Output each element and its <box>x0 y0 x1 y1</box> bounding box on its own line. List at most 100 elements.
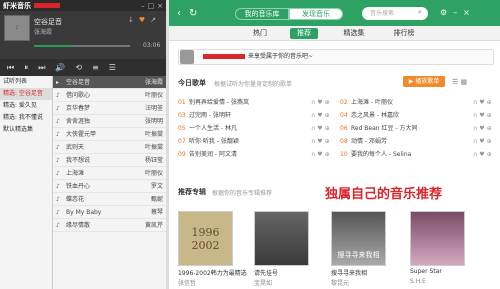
track-row[interactable]: ♪ 铁血丹心 罗文 <box>53 180 166 193</box>
refresh-icon[interactable]: ↻ <box>189 8 197 19</box>
song-title: 听你·听我 - 张靓颖 <box>189 138 239 145</box>
daily-song[interactable]: 10 要我的每个人 - Selina ∩ ♥ ⊕ <box>340 148 495 161</box>
volume-icon[interactable]: 🔊 <box>55 63 65 72</box>
song-title: 一个人生活 - 林凡 <box>189 125 237 132</box>
track-row[interactable]: ♪ 蝶恋花 甄妮 <box>53 193 166 206</box>
track-artist: 叶丽仪 <box>144 92 163 99</box>
playlist-item[interactable]: 默认精选集 <box>0 124 52 136</box>
playlist-item[interactable]: 精选: 爱久见 <box>0 100 52 112</box>
headphone-icon[interactable]: ∩ ♥ ⊕ <box>311 122 333 135</box>
daily-song[interactable]: 07 听你·听我 - 张靓颖 ∩ ♥ ⊕ <box>178 135 333 148</box>
track-title: 武则天 <box>66 144 85 151</box>
daily-song[interactable]: 05 一个人生活 - 林凡 ∩ ♥ ⊕ <box>178 122 333 135</box>
playlist-item[interactable]: 精选: 我不懂说 <box>0 112 52 124</box>
track-title: 舍舍涯独 <box>66 118 91 125</box>
daily-song[interactable]: 03 过完雨 - 张明轩 ∩ ♥ ⊕ <box>178 109 333 122</box>
headphone-icon[interactable]: ∩ ♥ ⊕ <box>473 148 495 161</box>
track-row[interactable]: ♪ By My Baby 蔡琴 <box>53 206 166 219</box>
list-icon[interactable]: ☰ <box>452 78 458 86</box>
track-row[interactable]: ♪ 借问歌心 叶丽仪 <box>53 89 166 102</box>
track-title: 我不想说 <box>66 157 91 164</box>
tab-recommend[interactable]: 推荐 <box>290 28 318 39</box>
album-cover[interactable]: 1996 2002 <box>178 211 233 266</box>
track-row[interactable]: ♪ 京华春梦 汪明荃 <box>53 102 166 115</box>
previous-icon[interactable]: ⏮ <box>7 63 14 73</box>
daily-list-left: 01 别再弄给爱情 - 张燕岚 ∩ ♥ ⊕ 03 过完雨 - 张明轩 ∩ ♥ ⊕ 05 一… <box>178 96 333 161</box>
song-title: Red Bean 红豆 - 方大同 <box>351 125 418 132</box>
song-title: 过完雨 - 张明轩 <box>189 112 231 119</box>
search-icon[interactable]: ⌕ <box>418 8 422 17</box>
headphone-icon[interactable]: ∩ ♥ ⊕ <box>311 148 333 161</box>
track-marker: ♪ <box>56 92 60 99</box>
track-marker: ♪ <box>56 222 60 229</box>
album-artist[interactable]: S.H.E <box>410 278 426 285</box>
tab-charts[interactable]: 排行榜 <box>388 28 420 39</box>
album-cover[interactable] <box>410 211 465 266</box>
album-artist[interactable]: 宝晃如 <box>254 278 272 287</box>
headphone-icon[interactable]: ∩ ♥ ⊕ <box>473 122 495 135</box>
like-icon[interactable]: ♥ <box>139 16 145 24</box>
song-title: 要我的每个人 - Selina <box>351 151 412 158</box>
daily-song[interactable]: 06 Red Bean 红豆 - 方大同 ∩ ♥ ⊕ <box>340 122 495 135</box>
close-icon[interactable]: × <box>157 2 163 10</box>
close-icon[interactable]: × <box>463 8 470 17</box>
album-artist[interactable]: 黎昆元 <box>331 278 349 287</box>
track-row[interactable]: ▸ 空谷足音 张海霞 <box>53 76 166 89</box>
album-cover[interactable]: 搜寻寻来我相 <box>331 211 386 266</box>
track-row[interactable]: ♪ 舍舍涯独 张明明 <box>53 115 166 128</box>
minimize-icon[interactable]: – <box>453 8 457 17</box>
rank: 02 <box>340 99 348 106</box>
headphone-icon[interactable]: ∩ ♥ ⊕ <box>311 96 333 109</box>
daily-playlist-title: 今日歌单 <box>178 79 206 87</box>
minimize-icon[interactable]: – <box>141 2 145 10</box>
share-icon[interactable]: ↗ <box>150 16 156 24</box>
maximize-icon[interactable]: □ <box>148 2 155 10</box>
album-cover[interactable] <box>254 211 309 266</box>
tab-my-library[interactable]: 我的音乐库 <box>235 8 289 20</box>
song-title: 上海滩 - 叶丽仪 <box>351 99 393 106</box>
playlist-item[interactable]: 精选: 空谷足音 <box>0 88 52 100</box>
play-playlist-button[interactable]: ▶ 播放歌单 <box>403 76 445 87</box>
track-row[interactable]: ♪ 大侠霍元甲 叶振棠 <box>53 128 166 141</box>
track-row[interactable]: ♪ 缘尽情散 黄凯芹 <box>53 219 166 232</box>
track-title: 空谷足音 <box>66 79 91 86</box>
album-title[interactable]: Super Star <box>410 268 442 275</box>
tab-discover[interactable]: 发现音乐 <box>289 8 343 20</box>
track-title: 大侠霍元甲 <box>66 131 97 138</box>
track-row[interactable]: ♪ 上海滩 叶丽仪 <box>53 167 166 180</box>
track-row[interactable]: ♪ 武则天 叶振棠 <box>53 141 166 154</box>
headphone-icon[interactable]: ∩ ♥ ⊕ <box>473 96 495 109</box>
loop-icon[interactable]: ⟲ <box>75 63 82 72</box>
headphone-icon[interactable]: ∩ ♥ ⊕ <box>473 135 495 148</box>
grid-icon[interactable]: ▦ <box>461 78 468 86</box>
daily-song[interactable]: 02 上海滩 - 叶丽仪 ∩ ♥ ⊕ <box>340 96 495 109</box>
store-window-controls: ⚙ – × <box>440 8 470 17</box>
download-icon[interactable]: ↓ <box>128 16 134 24</box>
daily-song[interactable]: 01 别再弄给爱情 - 张燕岚 ∩ ♥ ⊕ <box>178 96 333 109</box>
back-icon[interactable]: ‹ <box>177 8 181 19</box>
track-marker: ♪ <box>56 209 60 216</box>
menu-icon[interactable]: ☰ <box>109 63 116 72</box>
album-title[interactable]: 搜寻寻来我相 <box>331 268 367 277</box>
song-title: 告别美润 - 阿文清 <box>189 151 237 158</box>
daily-song[interactable]: 08 动情 - 邓娟芳 ∩ ♥ ⊕ <box>340 135 495 148</box>
settings-icon[interactable]: ⚙ <box>440 8 447 17</box>
album-title[interactable]: 请先挂号 <box>254 268 278 277</box>
redacted-username <box>203 54 245 59</box>
lyrics-icon[interactable]: ≡ <box>92 63 99 72</box>
headphone-icon[interactable]: ∩ ♥ ⊕ <box>311 109 333 122</box>
daily-song[interactable]: 09 告别美润 - 阿文清 ∩ ♥ ⊕ <box>178 148 333 161</box>
playlist-item[interactable]: 试听列表 <box>0 76 52 88</box>
tab-hot[interactable]: 热门 <box>247 28 273 39</box>
now-playing-artist: 张海霞 <box>34 29 53 36</box>
headphone-icon[interactable]: ∩ ♥ ⊕ <box>311 135 333 148</box>
pause-icon[interactable]: ⏸ <box>24 63 28 73</box>
next-icon[interactable]: ⏭ <box>38 63 45 73</box>
song-title: 动情 - 邓娟芳 <box>351 138 387 145</box>
album-artist[interactable]: 张信哲 <box>178 278 196 287</box>
headphone-icon[interactable]: ∩ ♥ ⊕ <box>473 109 495 122</box>
daily-song[interactable]: 04 恋之风景 - 林嘉欣 ∩ ♥ ⊕ <box>340 109 495 122</box>
tab-collections[interactable]: 精选集 <box>336 28 372 39</box>
track-row[interactable]: ♪ 我不想说 杨钰莹 <box>53 154 166 167</box>
album-title[interactable]: 1996-2002韩力为最精选 <box>178 268 247 277</box>
